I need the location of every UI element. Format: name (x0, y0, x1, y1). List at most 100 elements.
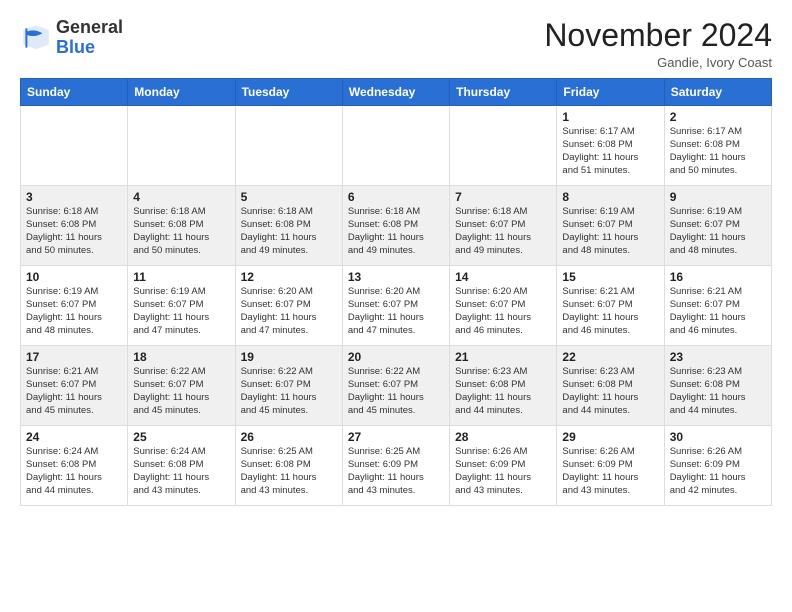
col-monday: Monday (128, 79, 235, 106)
day-info: Sunrise: 6:18 AMSunset: 6:07 PMDaylight:… (455, 206, 551, 257)
day-info: Sunrise: 6:18 AMSunset: 6:08 PMDaylight:… (26, 206, 122, 257)
cell-week3-day4: 14 Sunrise: 6:20 AMSunset: 6:07 PMDayligh… (450, 266, 557, 346)
day-number: 2 (670, 110, 766, 124)
cell-week1-day6: 2 Sunrise: 6:17 AMSunset: 6:08 PMDaylight… (664, 106, 771, 186)
day-number: 29 (562, 430, 658, 444)
day-info: Sunrise: 6:24 AMSunset: 6:08 PMDaylight:… (26, 446, 122, 497)
day-info: Sunrise: 6:23 AMSunset: 6:08 PMDaylight:… (455, 366, 551, 417)
day-number: 12 (241, 270, 337, 284)
day-info: Sunrise: 6:19 AMSunset: 6:07 PMDaylight:… (133, 286, 229, 337)
day-info: Sunrise: 6:23 AMSunset: 6:08 PMDaylight:… (562, 366, 658, 417)
cell-week5-day5: 29 Sunrise: 6:26 AMSunset: 6:09 PMDayligh… (557, 426, 664, 506)
cell-week2-day1: 4Sunrise: 6:18 AMSunset: 6:08 PMDaylight… (128, 186, 235, 266)
day-number: 9 (670, 190, 766, 204)
cell-week5-day1: 25 Sunrise: 6:24 AMSunset: 6:08 PMDayligh… (128, 426, 235, 506)
cell-week4-day1: 18Sunrise: 6:22 AMSunset: 6:07 PMDayligh… (128, 346, 235, 426)
cell-week1-day3 (342, 106, 449, 186)
day-info: Sunrise: 6:18 AMSunset: 6:08 PMDaylight:… (133, 206, 229, 257)
cell-week5-day4: 28 Sunrise: 6:26 AMSunset: 6:09 PMDayligh… (450, 426, 557, 506)
day-number: 6 (348, 190, 444, 204)
logo-general-text: General (56, 17, 123, 37)
day-number: 27 (348, 430, 444, 444)
day-info: Sunrise: 6:21 AMSunset: 6:07 PMDaylight:… (562, 286, 658, 337)
week-row-3: 10Sunrise: 6:19 AMSunset: 6:07 PMDayligh… (21, 266, 772, 346)
day-number: 1 (562, 110, 658, 124)
month-title: November 2024 (544, 18, 772, 53)
week-row-4: 17 Sunrise: 6:21 AMSunset: 6:07 PMDayligh… (21, 346, 772, 426)
cell-week3-day5: 15Sunrise: 6:21 AMSunset: 6:07 PMDayligh… (557, 266, 664, 346)
cell-week3-day0: 10Sunrise: 6:19 AMSunset: 6:07 PMDayligh… (21, 266, 128, 346)
day-info: Sunrise: 6:26 AMSunset: 6:09 PMDaylight:… (455, 446, 551, 497)
cell-week1-day0 (21, 106, 128, 186)
day-info: Sunrise: 6:17 AMSunset: 6:08 PMDaylight:… (670, 126, 766, 177)
cell-week4-day6: 23Sunrise: 6:23 AMSunset: 6:08 PMDayligh… (664, 346, 771, 426)
col-thursday: Thursday (450, 79, 557, 106)
cell-week1-day4 (450, 106, 557, 186)
cell-week3-day2: 12 Sunrise: 6:20 AMSunset: 6:07 PMDayligh… (235, 266, 342, 346)
col-saturday: Saturday (664, 79, 771, 106)
logo-icon (20, 22, 52, 54)
day-info: Sunrise: 6:22 AMSunset: 6:07 PMDaylight:… (241, 366, 337, 417)
cell-week5-day2: 26 Sunrise: 6:25 AMSunset: 6:08 PMDayligh… (235, 426, 342, 506)
day-number: 21 (455, 350, 551, 364)
day-info: Sunrise: 6:19 AMSunset: 6:07 PMDaylight:… (670, 206, 766, 257)
day-info: Sunrise: 6:26 AMSunset: 6:09 PMDaylight:… (670, 446, 766, 497)
location: Gandie, Ivory Coast (544, 55, 772, 70)
day-info: Sunrise: 6:19 AMSunset: 6:07 PMDaylight:… (562, 206, 658, 257)
cell-week4-day3: 20Sunrise: 6:22 AMSunset: 6:07 PMDayligh… (342, 346, 449, 426)
day-info: Sunrise: 6:21 AMSunset: 6:07 PMDaylight:… (26, 366, 122, 417)
day-info: Sunrise: 6:18 AMSunset: 6:08 PMDaylight:… (348, 206, 444, 257)
day-number: 25 (133, 430, 229, 444)
col-tuesday: Tuesday (235, 79, 342, 106)
day-number: 11 (133, 270, 229, 284)
cell-week5-day6: 30 Sunrise: 6:26 AMSunset: 6:09 PMDayligh… (664, 426, 771, 506)
page: General Blue November 2024 Gandie, Ivory… (0, 0, 792, 516)
day-info: Sunrise: 6:26 AMSunset: 6:09 PMDaylight:… (562, 446, 658, 497)
week-row-2: 3Sunrise: 6:18 AMSunset: 6:08 PMDaylight… (21, 186, 772, 266)
day-number: 18 (133, 350, 229, 364)
cell-week5-day0: 24 Sunrise: 6:24 AMSunset: 6:08 PMDayligh… (21, 426, 128, 506)
cell-week5-day3: 27 Sunrise: 6:25 AMSunset: 6:09 PMDayligh… (342, 426, 449, 506)
day-number: 17 (26, 350, 122, 364)
week-row-5: 24 Sunrise: 6:24 AMSunset: 6:08 PMDayligh… (21, 426, 772, 506)
day-number: 14 (455, 270, 551, 284)
cell-week1-day2 (235, 106, 342, 186)
day-number: 5 (241, 190, 337, 204)
cell-week4-day5: 22Sunrise: 6:23 AMSunset: 6:08 PMDayligh… (557, 346, 664, 426)
day-info: Sunrise: 6:19 AMSunset: 6:07 PMDaylight:… (26, 286, 122, 337)
day-info: Sunrise: 6:25 AMSunset: 6:08 PMDaylight:… (241, 446, 337, 497)
cell-week1-day5: 1Sunrise: 6:17 AMSunset: 6:08 PMDaylight… (557, 106, 664, 186)
day-number: 16 (670, 270, 766, 284)
day-number: 28 (455, 430, 551, 444)
day-info: Sunrise: 6:20 AMSunset: 6:07 PMDaylight:… (241, 286, 337, 337)
cell-week3-day1: 11 Sunrise: 6:19 AMSunset: 6:07 PMDayligh… (128, 266, 235, 346)
logo-blue-text: Blue (56, 37, 95, 57)
header: General Blue November 2024 Gandie, Ivory… (20, 18, 772, 70)
logo: General Blue (20, 18, 123, 58)
cell-week4-day2: 19 Sunrise: 6:22 AMSunset: 6:07 PMDayligh… (235, 346, 342, 426)
day-info: Sunrise: 6:18 AMSunset: 6:08 PMDaylight:… (241, 206, 337, 257)
day-number: 26 (241, 430, 337, 444)
cell-week2-day0: 3Sunrise: 6:18 AMSunset: 6:08 PMDaylight… (21, 186, 128, 266)
col-friday: Friday (557, 79, 664, 106)
day-number: 24 (26, 430, 122, 444)
day-info: Sunrise: 6:20 AMSunset: 6:07 PMDaylight:… (455, 286, 551, 337)
cell-week3-day3: 13Sunrise: 6:20 AMSunset: 6:07 PMDayligh… (342, 266, 449, 346)
day-number: 23 (670, 350, 766, 364)
day-number: 30 (670, 430, 766, 444)
title-block: November 2024 Gandie, Ivory Coast (544, 18, 772, 70)
day-info: Sunrise: 6:25 AMSunset: 6:09 PMDaylight:… (348, 446, 444, 497)
logo-text: General Blue (56, 18, 123, 58)
day-info: Sunrise: 6:24 AMSunset: 6:08 PMDaylight:… (133, 446, 229, 497)
cell-week2-day6: 9 Sunrise: 6:19 AMSunset: 6:07 PMDaylight… (664, 186, 771, 266)
day-number: 13 (348, 270, 444, 284)
day-number: 19 (241, 350, 337, 364)
cell-week2-day4: 7Sunrise: 6:18 AMSunset: 6:07 PMDaylight… (450, 186, 557, 266)
day-number: 20 (348, 350, 444, 364)
week-row-1: 1 Sunrise: 6:17 AMSunset: 6:08 PMDaylight… (21, 106, 772, 186)
col-wednesday: Wednesday (342, 79, 449, 106)
col-sunday: Sunday (21, 79, 128, 106)
cell-week2-day2: 5 Sunrise: 6:18 AMSunset: 6:08 PMDaylight… (235, 186, 342, 266)
cell-week2-day3: 6 Sunrise: 6:18 AMSunset: 6:08 PMDaylight… (342, 186, 449, 266)
cell-week1-day1 (128, 106, 235, 186)
